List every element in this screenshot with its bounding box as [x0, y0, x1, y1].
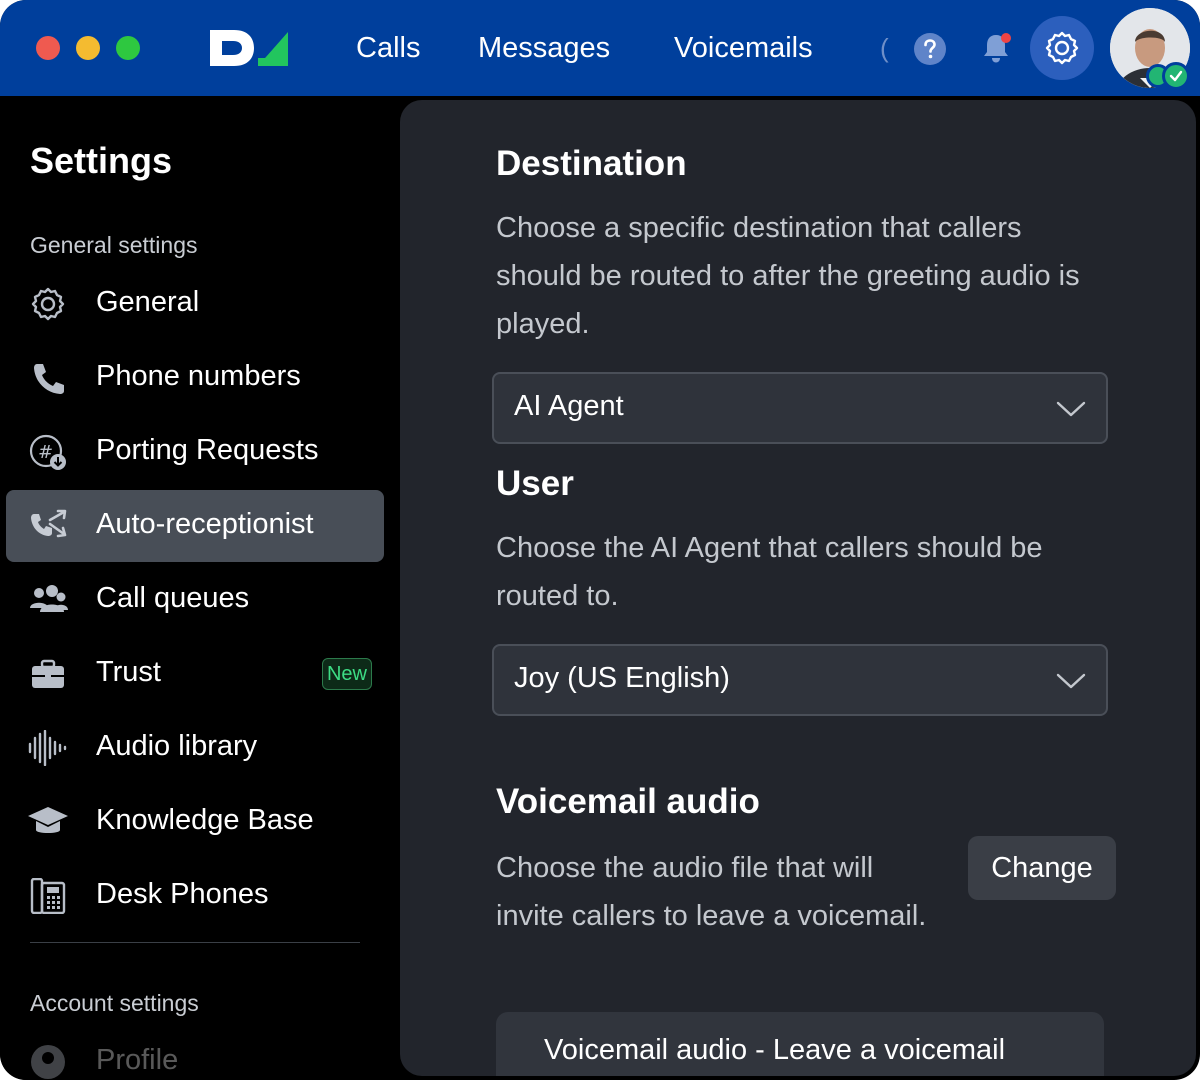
hash-download-icon: # [29, 434, 66, 470]
destination-heading: Destination [496, 144, 687, 183]
sidebar-item-trust[interactable]: Trust New [6, 638, 384, 710]
new-badge: New [321, 658, 372, 690]
sidebar-item-label: Audio library [96, 730, 258, 762]
sidebar-divider [30, 942, 360, 943]
sidebar-item-auto-receptionist[interactable]: Auto-receptionist [6, 490, 384, 562]
voicemail-audio-heading: Voicemail audio [496, 782, 760, 821]
account-settings-heading: Account settings [30, 990, 199, 1016]
ai-agent-select[interactable]: Joy (US English) [492, 644, 1108, 716]
sidebar-item-label: Profile [96, 1044, 179, 1076]
ai-agent-select-value: Joy (US English) [514, 662, 730, 694]
destination-select-value: AI Agent [514, 390, 624, 422]
help-icon[interactable] [913, 32, 947, 66]
settings-button[interactable] [1030, 16, 1094, 80]
sidebar-title: Settings [30, 140, 173, 181]
chevron-down-icon [1056, 401, 1086, 417]
status-check-icon [1162, 62, 1190, 90]
destination-description: Choose a specific destination that calle… [496, 212, 1080, 340]
sidebar-item-profile[interactable]: Profile [6, 1026, 384, 1080]
voicemail-audio-name: Voicemail audio - Leave a voicemail [544, 1034, 1006, 1066]
general-settings-heading: General settings [30, 232, 198, 258]
sidebar-item-phone-numbers[interactable]: Phone numbers [6, 342, 384, 414]
sidebar-item-label: Phone numbers [96, 360, 301, 392]
gear-icon [1045, 31, 1079, 65]
voicemail-audio-description: Choose the audio file that will invite c… [496, 852, 927, 932]
auto-receptionist-settings-panel: Destination Choose a specific destinatio… [400, 100, 1196, 1076]
destination-select[interactable]: AI Agent [492, 372, 1108, 444]
desk-phone-icon [30, 878, 66, 914]
sidebar-item-label: Knowledge Base [96, 804, 314, 836]
gear-icon [31, 287, 65, 321]
sidebar-item-label: Trust [96, 656, 161, 688]
sidebar-item-audio-library[interactable]: Audio library [6, 712, 384, 784]
dialpad-logo-icon[interactable] [208, 28, 290, 68]
sidebar-item-label: Desk Phones [96, 878, 269, 910]
people-icon [30, 585, 68, 612]
user-description: Choose the AI Agent that callers should … [496, 532, 1043, 612]
sidebar-item-label: Auto-receptionist [96, 508, 314, 540]
top-navigation-bar: Calls Messages Voicemails ( [0, 0, 1200, 96]
nav-overflow-hint: ( [880, 33, 889, 63]
settings-sidebar: Settings General settings General Phone … [0, 96, 400, 1080]
sidebar-item-label: General [96, 286, 200, 318]
sidebar-item-label: Porting Requests [96, 434, 319, 466]
app-window: Calls Messages Voicemails (Settings Gen… [0, 0, 1200, 1080]
sidebar-item-label: Call queues [96, 582, 250, 614]
graduation-cap-icon [28, 807, 68, 833]
sidebar-item-desk-phones[interactable]: Desk Phones [6, 860, 384, 932]
sidebar-item-call-queues[interactable]: Call queues [6, 564, 384, 636]
nav-messages[interactable]: Messages [478, 30, 610, 66]
zoom-window-button[interactable] [116, 36, 140, 60]
nav-voicemails[interactable]: Voicemails [674, 30, 813, 66]
sidebar-item-knowledge-base[interactable]: Knowledge Base [6, 786, 384, 858]
briefcase-icon [32, 659, 64, 688]
change-voicemail-audio-button[interactable]: Change [968, 836, 1116, 900]
sidebar-item-porting-requests[interactable]: # Porting Requests [6, 416, 384, 488]
routing-icon [31, 509, 67, 538]
user-heading: User [496, 464, 574, 503]
sidebar-item-general[interactable]: General [6, 268, 384, 340]
minimize-window-button[interactable] [76, 36, 100, 60]
waveform-icon [28, 730, 67, 766]
voicemail-audio-card[interactable]: Voicemail audio - Leave a voicemail [496, 1012, 1104, 1076]
bell-icon[interactable] [978, 30, 1014, 66]
user-icon [31, 1045, 65, 1079]
phone-icon [34, 364, 64, 394]
close-window-button[interactable] [36, 36, 60, 60]
nav-calls[interactable]: Calls [356, 30, 420, 66]
chevron-down-icon [1056, 673, 1086, 689]
